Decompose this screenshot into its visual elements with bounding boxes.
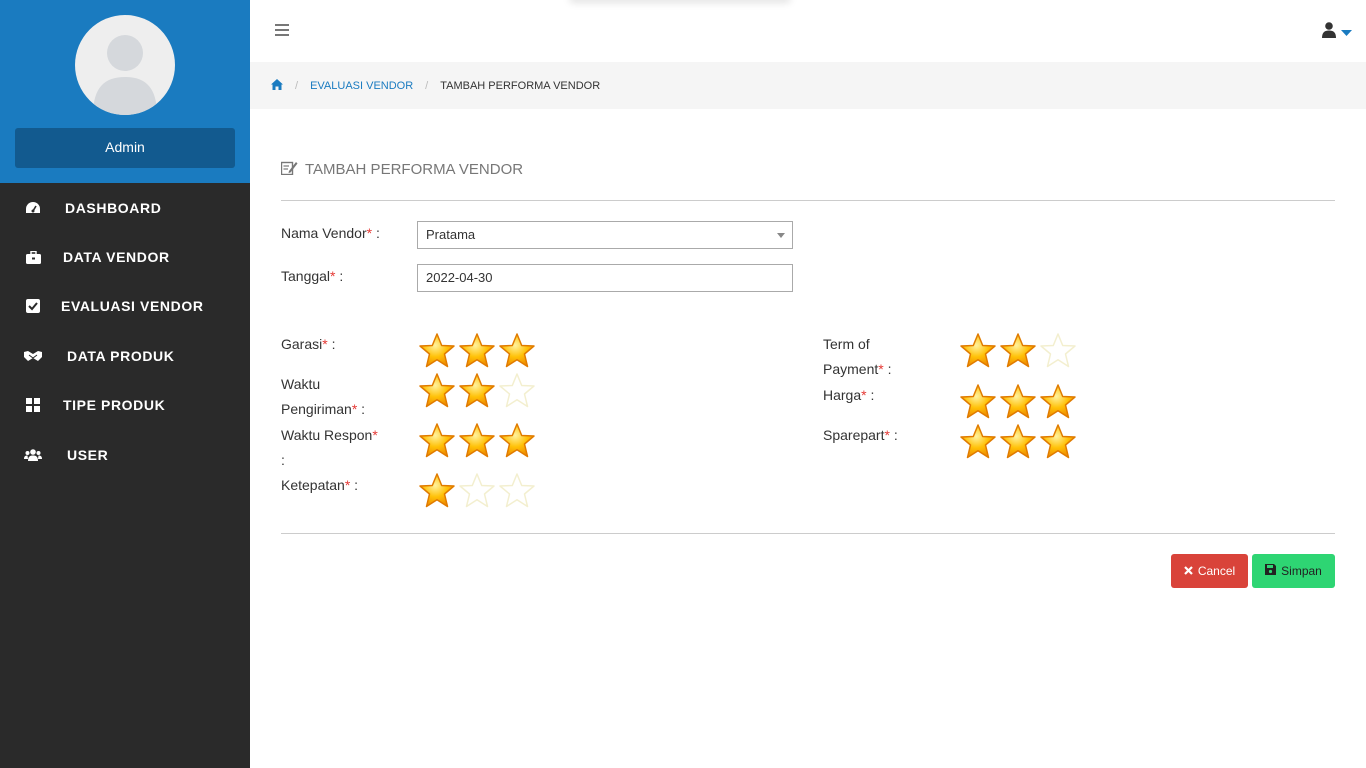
garasi-label: Garasi* : (281, 336, 336, 352)
save-icon (1265, 564, 1277, 578)
avatar (75, 15, 175, 115)
sidebar-item-label: DASHBOARD (65, 199, 162, 216)
harga-rating[interactable] (958, 382, 1078, 422)
cancel-button[interactable]: Cancel (1171, 554, 1248, 588)
sidebar-item-user[interactable]: USER (0, 430, 250, 479)
home-icon[interactable] (271, 78, 283, 93)
close-icon (1184, 564, 1193, 578)
top-navbar (250, 0, 1366, 62)
star-filled-icon[interactable] (457, 421, 497, 461)
breadcrumb-separator: / (295, 79, 299, 92)
star-filled-icon[interactable] (497, 421, 537, 461)
star-empty-icon[interactable] (457, 471, 497, 511)
term-of-payment-rating[interactable] (958, 331, 1078, 371)
breadcrumb: / EVALUASI VENDOR / TAMBAH PERFORMA VEND… (250, 62, 1366, 109)
check-square-icon (23, 296, 43, 316)
breadcrumb-link-evaluasi-vendor[interactable]: EVALUASI VENDOR (310, 80, 413, 92)
star-filled-icon[interactable] (417, 421, 457, 461)
waktu-respon-label: Waktu Respon* : (281, 427, 378, 468)
star-filled-icon[interactable] (958, 422, 998, 462)
user-name-badge: Admin (15, 128, 235, 168)
harga-label: Harga* : (823, 387, 875, 403)
cancel-button-label: Cancel (1197, 564, 1236, 578)
star-filled-icon[interactable] (998, 331, 1038, 371)
divider (281, 200, 1335, 201)
user-menu-toggle[interactable] (1322, 22, 1352, 43)
waktu-respon-rating[interactable] (417, 421, 537, 461)
tanggal-input[interactable]: 2022-04-30 (417, 264, 793, 292)
chevron-down-icon (1341, 24, 1352, 42)
users-icon (23, 445, 43, 465)
breadcrumb-current: TAMBAH PERFORMA VENDOR (440, 79, 601, 92)
dashboard-icon (23, 198, 43, 218)
profile-panel: Admin (0, 0, 250, 183)
tanggal-label: Tanggal* : (281, 268, 344, 284)
star-filled-icon[interactable] (417, 371, 457, 411)
sidebar: Admin DASHBOARD DATA VENDOR EVALUASI VEN… (0, 0, 250, 768)
star-filled-icon[interactable] (457, 331, 497, 371)
divider (281, 533, 1335, 534)
star-filled-icon[interactable] (1038, 382, 1078, 422)
sidebar-item-label: DATA PRODUK (67, 347, 175, 364)
star-filled-icon[interactable] (417, 331, 457, 371)
sidebar-menu: DASHBOARD DATA VENDOR EVALUASI VENDOR DA… (0, 183, 250, 479)
handshake-icon (23, 346, 43, 366)
waktu-pengiriman-label: Waktu Pengiriman* : (281, 376, 366, 417)
star-filled-icon[interactable] (958, 331, 998, 371)
star-filled-icon[interactable] (417, 471, 457, 511)
sparepart-label: Sparepart* : (823, 427, 898, 443)
term-of-payment-label: Term of Payment* : (823, 336, 892, 377)
sparepart-rating[interactable] (958, 422, 1078, 462)
sidebar-item-label: TIPE PRODUK (63, 397, 166, 414)
vendor-label: Nama Vendor* : (281, 225, 380, 241)
edit-icon (280, 160, 298, 179)
star-filled-icon[interactable] (497, 331, 537, 371)
page-title-text: TAMBAH PERFORMA VENDOR (305, 161, 524, 178)
garasi-rating[interactable] (417, 331, 537, 371)
sidebar-item-evaluasi-vendor[interactable]: EVALUASI VENDOR (0, 282, 250, 331)
star-empty-icon[interactable] (1038, 331, 1078, 371)
menu-toggle-icon[interactable] (275, 24, 289, 38)
save-button[interactable]: Simpan (1252, 554, 1335, 588)
vendor-select[interactable]: Pratama (417, 221, 793, 249)
page-title: TAMBAH PERFORMA VENDOR (280, 160, 524, 179)
sidebar-item-data-produk[interactable]: DATA PRODUK (0, 331, 250, 380)
ketepatan-rating[interactable] (417, 471, 537, 511)
grid-icon (23, 395, 43, 415)
star-filled-icon[interactable] (998, 382, 1038, 422)
sidebar-item-label: USER (67, 446, 109, 463)
breadcrumb-separator: / (425, 79, 429, 92)
star-filled-icon[interactable] (457, 371, 497, 411)
star-empty-icon[interactable] (497, 371, 537, 411)
sidebar-item-label: EVALUASI VENDOR (61, 298, 204, 315)
vendor-select-value: Pratama (426, 227, 476, 242)
chevron-down-icon (777, 233, 785, 238)
sidebar-item-data-vendor[interactable]: DATA VENDOR (0, 232, 250, 281)
star-empty-icon[interactable] (497, 471, 537, 511)
sidebar-item-tipe-produk[interactable]: TIPE PRODUK (0, 381, 250, 430)
star-filled-icon[interactable] (1038, 422, 1078, 462)
user-icon (1322, 22, 1336, 43)
sidebar-item-label: DATA VENDOR (63, 249, 170, 266)
save-button-label: Simpan (1281, 564, 1322, 578)
star-filled-icon[interactable] (998, 422, 1038, 462)
ketepatan-label: Ketepatan* : (281, 477, 359, 493)
sidebar-item-dashboard[interactable]: DASHBOARD (0, 183, 250, 232)
briefcase-icon (23, 247, 43, 267)
star-filled-icon[interactable] (958, 382, 998, 422)
waktu-pengiriman-rating[interactable] (417, 371, 537, 411)
